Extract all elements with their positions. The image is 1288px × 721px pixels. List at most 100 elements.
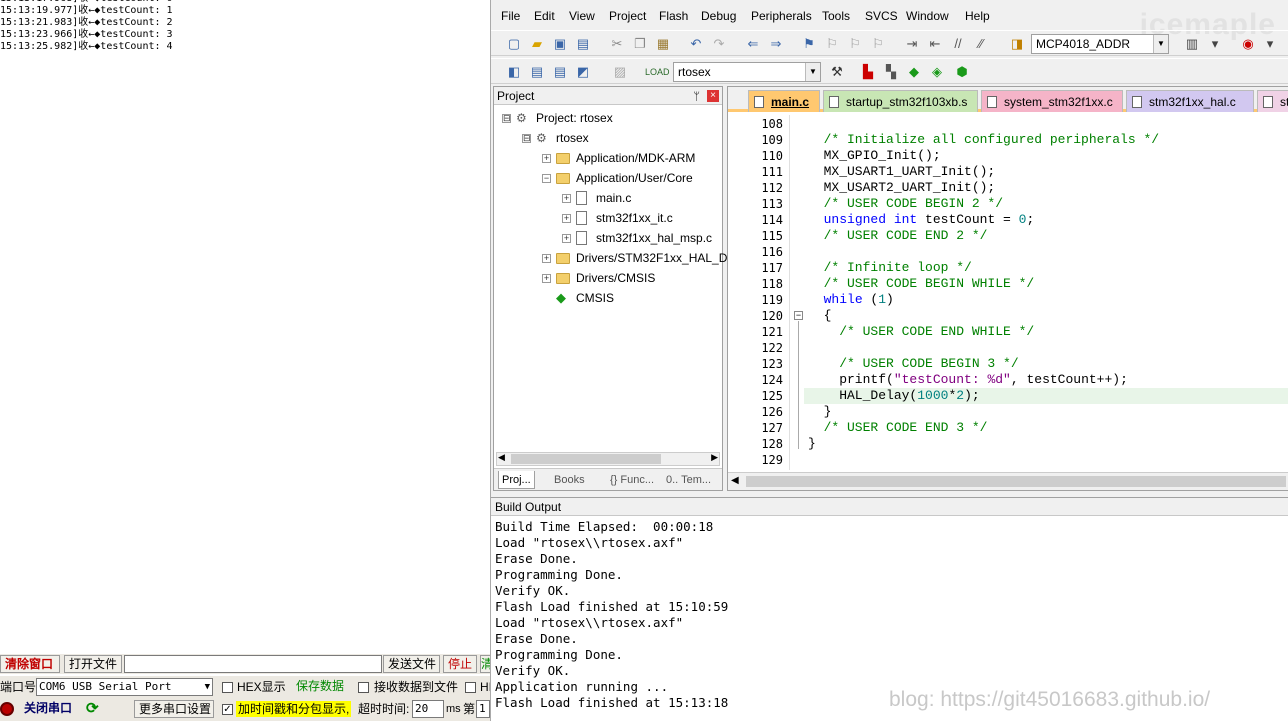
timeout-input[interactable]: 20 [412, 700, 444, 718]
close-port-button[interactable]: 关闭串口 [20, 700, 80, 718]
file-path-input[interactable] [124, 655, 382, 673]
project-tab-3[interactable]: 0.. Tem... [666, 471, 711, 489]
save-icon[interactable]: ▣ [551, 35, 569, 53]
scroll-left-icon[interactable]: ◀ [731, 475, 739, 486]
code-area[interactable]: 108 109 110 111 112 113 114 115 116 117 118 119 120 1… [728, 115, 1288, 470]
pin-icon[interactable]: ᛘ [693, 88, 700, 106]
back-icon[interactable]: ⇐ [744, 35, 762, 53]
target-combo[interactable]: rtosex ▼ [673, 62, 821, 82]
file-tab-startup-stm32f103xb-s[interactable]: startup_stm32f103xb.s [823, 90, 978, 112]
build-output-log[interactable]: Build Time Elapsed: 00:00:18 Load "rtosex… [495, 519, 728, 711]
cut-icon[interactable]: ✂ [608, 35, 626, 53]
menu-edit[interactable]: Edit [534, 9, 555, 23]
redo-icon[interactable]: ↷ [710, 35, 728, 53]
menu-file[interactable]: File [501, 9, 520, 23]
paste-icon[interactable]: ▦ [654, 35, 672, 53]
stop-build-icon[interactable]: ▨ [611, 63, 629, 81]
forward-icon[interactable]: ⇒ [767, 35, 785, 53]
file-tab-system-stm32f1xx-c[interactable]: system_stm32f1xx.c [981, 90, 1123, 112]
project-tab-0[interactable]: Proj... [498, 471, 535, 489]
device-combo[interactable]: MCP4018_ADDR ▼ [1031, 34, 1169, 54]
scroll-thumb[interactable] [511, 454, 661, 464]
close-icon[interactable]: × [707, 90, 719, 102]
tree-expander[interactable]: − [542, 174, 551, 183]
open-folder-icon[interactable]: ▰ [528, 35, 546, 53]
uncomment-icon[interactable]: ⁄⁄ [972, 35, 990, 53]
tree-item-cmsis[interactable]: ◆ CMSIS [494, 289, 720, 307]
project-scrollbar[interactable]: ◀ ▶ [496, 452, 720, 466]
tree-item-file[interactable]: + main.c [494, 189, 720, 207]
tree-expander[interactable]: + [562, 234, 571, 243]
scroll-right-icon[interactable]: ▶ [711, 452, 718, 463]
tree-item-folder[interactable]: + Drivers/STM32F1xx_HAL_Dri [494, 249, 734, 267]
page-input[interactable]: 1 [476, 700, 490, 718]
run-time-env-icon[interactable]: ⬢ [953, 63, 971, 81]
next-bookmark-icon[interactable]: ⚐ [846, 35, 864, 53]
copy-icon[interactable]: ❐ [631, 35, 649, 53]
menu-svcs[interactable]: SVCS [865, 9, 898, 23]
new-file-icon[interactable]: ▢ [505, 35, 523, 53]
pack-installer-icon[interactable]: ◈ [928, 63, 946, 81]
save-data-button[interactable]: 保存数据 [292, 678, 350, 696]
file-tab-main-c[interactable]: main.c [748, 90, 820, 112]
editor-scrollbar[interactable]: ◀ [728, 472, 1288, 490]
target-options-icon[interactable]: ⚒ [828, 63, 846, 81]
port-select[interactable]: COM6 USB Serial Port ▼ [36, 678, 213, 696]
options-icon[interactable]: ▾ [1261, 35, 1279, 53]
tree-item-folder[interactable]: − Application/User/Core [494, 169, 720, 187]
menu-flash[interactable]: Flash [659, 9, 688, 23]
tree-item-folder[interactable]: + Application/MDK-ARM [494, 149, 720, 167]
build-icon[interactable]: ▤ [528, 63, 546, 81]
scroll-thumb[interactable] [746, 476, 1286, 487]
clear-window-button[interactable]: 清除窗口 [0, 655, 60, 673]
menu-window[interactable]: Window [906, 9, 949, 23]
receive-to-file-checkbox[interactable] [358, 682, 369, 693]
tree-expander[interactable]: + [562, 194, 571, 203]
open-file-button[interactable]: 打开文件 [64, 655, 122, 673]
manage-components-icon[interactable]: ▙ [859, 63, 877, 81]
tree-expander[interactable]: ⊟ [522, 134, 531, 143]
menu-debug[interactable]: Debug [701, 9, 736, 23]
project-tab-2[interactable]: {} Func... [610, 471, 654, 489]
menu-view[interactable]: View [569, 9, 595, 23]
indent-icon[interactable]: ⇥ [903, 35, 921, 53]
menu-help[interactable]: Help [965, 9, 990, 23]
incremental-find-icon[interactable]: ▥ [1183, 35, 1201, 53]
rebuild-icon[interactable]: ▤ [551, 63, 569, 81]
tree-expander[interactable]: + [542, 254, 551, 263]
menu-project[interactable]: Project [609, 9, 646, 23]
menu-peripherals[interactable]: Peripherals [751, 9, 812, 23]
configure-icon[interactable]: ▾ [1206, 35, 1224, 53]
comment-icon[interactable]: // [949, 35, 967, 53]
tree-item-file[interactable]: + stm32f1xx_it.c [494, 209, 720, 227]
stop-button[interactable]: 停止 [443, 655, 477, 673]
clear-bookmarks-icon[interactable]: ⚐ [869, 35, 887, 53]
tree-item-target[interactable]: ⊟ ⚙ rtosex [494, 129, 720, 147]
select-packs-icon[interactable]: ◆ [905, 63, 923, 81]
tree-item-project[interactable]: ⊟ ⚙ Project: rtosex [494, 109, 720, 127]
hex-display-checkbox[interactable] [222, 682, 233, 693]
debug-session-icon[interactable]: ◉ [1239, 35, 1257, 53]
project-tab-1[interactable]: Books [554, 471, 585, 489]
file-tab-st[interactable]: st [1257, 90, 1288, 112]
save-all-icon[interactable]: ▤ [574, 35, 592, 53]
translate-icon[interactable]: ◧ [505, 63, 523, 81]
batch-build-icon[interactable]: ◩ [574, 63, 592, 81]
scroll-left-icon[interactable]: ◀ [498, 452, 505, 463]
hex-send-checkbox[interactable] [465, 682, 476, 693]
prev-bookmark-icon[interactable]: ⚐ [823, 35, 841, 53]
tree-expander[interactable]: + [542, 274, 551, 283]
refresh-icon[interactable]: ⟳ [86, 701, 102, 717]
tree-expander[interactable]: + [562, 214, 571, 223]
bookmark-icon[interactable]: ⚑ [800, 35, 818, 53]
file-tab-stm32f1xx-hal-c[interactable]: stm32f1xx_hal.c [1126, 90, 1254, 112]
tree-item-folder[interactable]: + Drivers/CMSIS [494, 269, 720, 287]
undo-icon[interactable]: ↶ [687, 35, 705, 53]
file-extensions-icon[interactable]: ▚ [882, 63, 900, 81]
menu-tools[interactable]: Tools [822, 9, 850, 23]
find-in-files-icon[interactable]: ◨ [1008, 35, 1026, 53]
tree-expander[interactable]: ⊟ [502, 114, 511, 123]
send-file-button[interactable]: 发送文件 [383, 655, 440, 673]
load-icon[interactable]: LOAD [645, 63, 670, 81]
unindent-icon[interactable]: ⇤ [926, 35, 944, 53]
